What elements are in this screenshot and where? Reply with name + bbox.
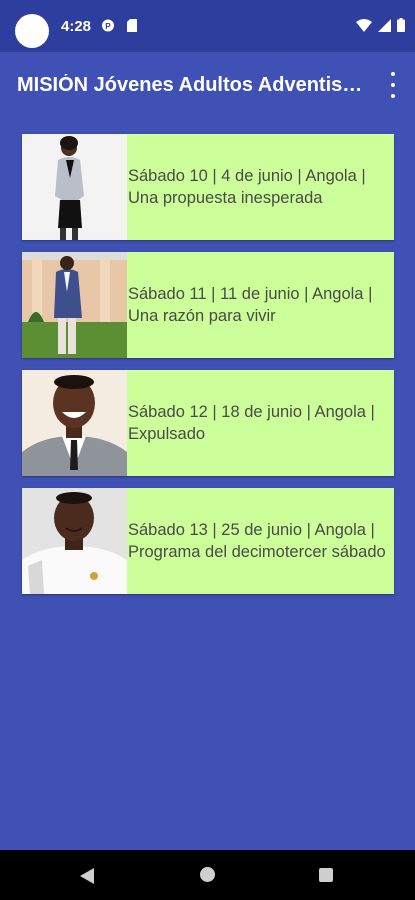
recents-icon[interactable] bbox=[319, 868, 333, 882]
navigation-bar bbox=[0, 850, 415, 900]
battery-icon bbox=[397, 18, 405, 32]
notification-icon: P bbox=[102, 19, 114, 32]
app-title: MISIÓN Jóvenes Adultos Adventistas bbox=[17, 74, 367, 96]
list-item-text: Sábado 10 | 4 de junio | Angola | Una pr… bbox=[128, 167, 366, 207]
list-item-sabado-11[interactable]: Sábado 11 | 11 de junio | Angola | Una r… bbox=[22, 252, 394, 358]
status-bar: 4:28 P bbox=[0, 0, 415, 52]
list-item-sabado-13[interactable]: Sábado 13 | 25 de junio | Angola | Progr… bbox=[22, 488, 394, 594]
list-item-text: Sábado 11 | 11 de junio | Angola | Una r… bbox=[128, 285, 373, 325]
list-item-sabado-10[interactable]: Sábado 10 | 4 de junio | Angola | Una pr… bbox=[22, 134, 394, 240]
svg-text:P: P bbox=[105, 22, 111, 31]
smiling-man-image bbox=[22, 370, 127, 476]
sd-card-icon bbox=[127, 19, 137, 32]
back-icon[interactable] bbox=[80, 868, 94, 884]
list-item-text: Sábado 13 | 25 de junio | Angola | Progr… bbox=[128, 521, 386, 561]
app-bar: MISIÓN Jóvenes Adultos Adventistas bbox=[0, 52, 415, 118]
signal-icon bbox=[378, 18, 391, 32]
man-white-jersey-image bbox=[22, 488, 127, 594]
list-item-sabado-12[interactable]: Sábado 12 | 18 de junio | Angola | Expul… bbox=[22, 370, 394, 476]
list-item-text: Sábado 12 | 18 de junio | Angola | Expul… bbox=[128, 403, 375, 443]
home-icon[interactable] bbox=[200, 867, 215, 882]
lesson-list: Sábado 10 | 4 de junio | Angola | Una pr… bbox=[22, 134, 394, 606]
man-garden-image bbox=[22, 252, 127, 358]
camera-cutout bbox=[15, 14, 49, 48]
wifi-icon bbox=[356, 18, 372, 32]
more-vert-icon[interactable] bbox=[385, 72, 401, 98]
woman-portrait-image bbox=[22, 134, 127, 240]
status-icons bbox=[356, 18, 405, 32]
status-time: 4:28 bbox=[61, 18, 92, 35]
